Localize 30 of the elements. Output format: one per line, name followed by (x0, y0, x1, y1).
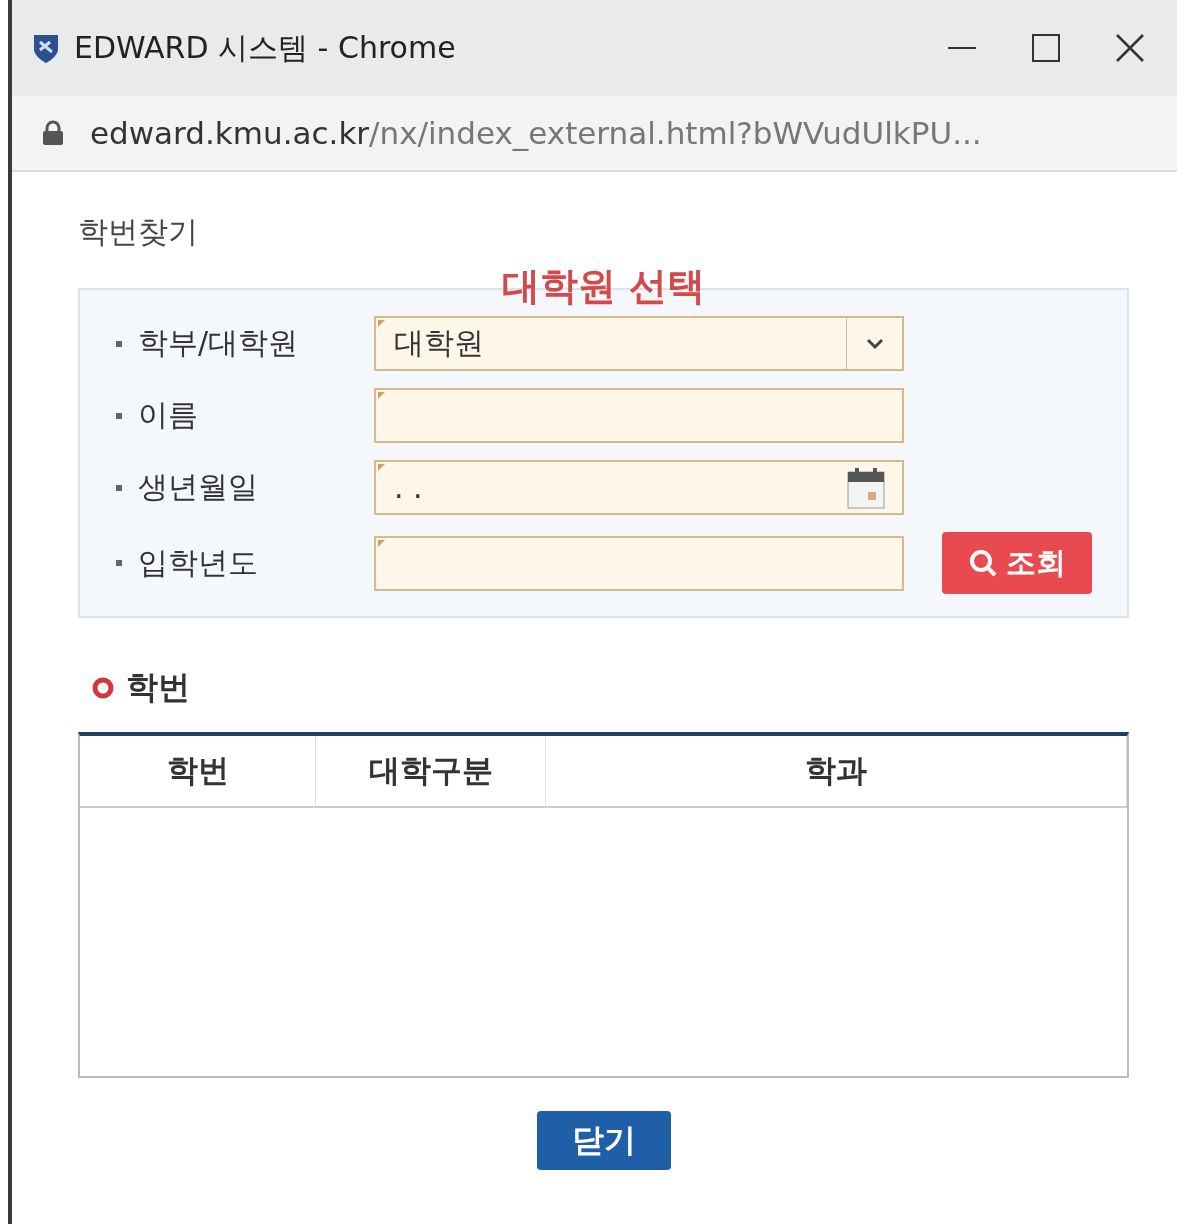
chevron-down-icon (864, 337, 885, 350)
close-dialog-button[interactable]: 닫기 (536, 1111, 671, 1170)
maximize-icon (1032, 34, 1060, 62)
bullet-icon (116, 560, 122, 566)
field-label: 입학년도 (138, 543, 258, 582)
bullet-icon (116, 412, 122, 419)
minimize-icon (948, 46, 976, 50)
circle-bullet-icon (92, 677, 114, 699)
window-title: EDWARD 시스템 - Chrome (74, 28, 457, 67)
column-header: 대학구분 (316, 736, 546, 806)
field-label: 생년월일 (138, 468, 258, 506)
column-header: 학과 (546, 736, 1127, 806)
dropdown-field[interactable]: 대학원 (374, 316, 904, 371)
search-icon (968, 548, 998, 578)
input-field[interactable] (374, 535, 904, 591)
bullet-icon (116, 484, 122, 491)
shield-icon (32, 32, 60, 64)
column-header: 학번 (80, 736, 316, 806)
close-icon (1115, 33, 1145, 63)
field-label: 학부/대학원 (138, 324, 299, 362)
search-button[interactable]: 조회 (942, 532, 1092, 594)
date-field[interactable]: . . (374, 460, 904, 515)
input-field[interactable] (374, 388, 904, 443)
field-label: 이름 (138, 396, 198, 434)
section-title: 학번 (126, 667, 190, 708)
annotation-text: 대학원 선택 (501, 263, 706, 310)
calendar-icon[interactable] (846, 465, 886, 510)
bullet-icon (116, 340, 122, 347)
page-title: 학번찾기 (78, 213, 198, 251)
lock-icon (42, 120, 64, 146)
